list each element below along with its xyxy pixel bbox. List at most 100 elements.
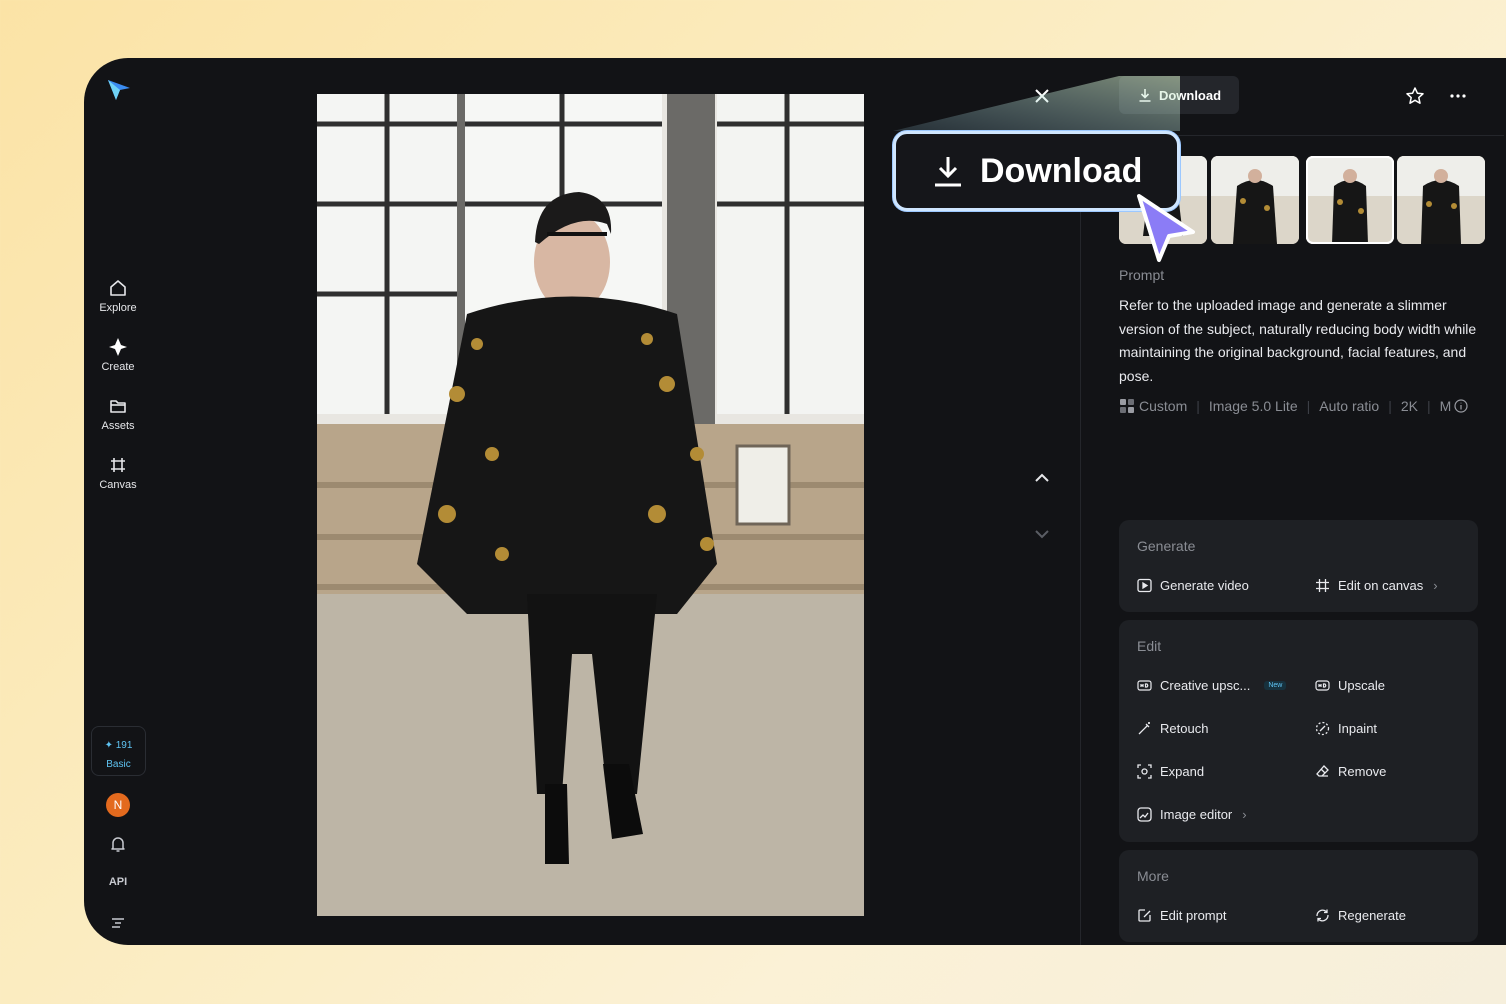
main-image-illustration xyxy=(317,94,864,916)
folder-icon xyxy=(110,400,126,413)
close-icon[interactable] xyxy=(1032,86,1052,106)
edit-on-canvas-button[interactable]: Edit on canvas › xyxy=(1315,578,1438,593)
credits-badge[interactable]: ✦ 191 Basic xyxy=(91,726,146,776)
nav-explore-label: Explore xyxy=(99,302,137,314)
thumbnail[interactable] xyxy=(1211,156,1299,244)
chevron-right-icon: › xyxy=(1242,807,1247,822)
inpaint-icon xyxy=(1315,721,1330,736)
nav-assets-label: Assets xyxy=(101,420,135,432)
retouch-label: Retouch xyxy=(1160,721,1209,736)
star-icon[interactable] xyxy=(1405,86,1425,106)
cursor-pointer-icon xyxy=(1137,194,1195,262)
upscale-label: Upscale xyxy=(1338,678,1385,693)
info-icon[interactable] xyxy=(1454,399,1468,413)
regenerate-button[interactable]: Regenerate xyxy=(1315,908,1406,923)
download-callout-label: Download xyxy=(980,151,1143,190)
app-logo[interactable] xyxy=(106,76,132,102)
nav-canvas[interactable]: Canvas xyxy=(84,455,152,491)
meta-resolution: 2K xyxy=(1400,398,1418,414)
menu-icon[interactable] xyxy=(108,913,128,933)
creative-upscale-icon xyxy=(1137,680,1152,691)
download-button[interactable]: Download xyxy=(1119,76,1239,114)
app-window: Explore Create Assets Canvas ✦ 191 Basic… xyxy=(84,58,1506,945)
meta-separator: | xyxy=(1426,398,1431,414)
credits-sparkle-icon: ✦ xyxy=(104,740,113,751)
prompt-label: Prompt xyxy=(1119,267,1165,283)
bell-icon[interactable] xyxy=(108,834,128,854)
thumbnail[interactable] xyxy=(1397,156,1485,244)
chevron-up-icon[interactable] xyxy=(1032,468,1052,488)
video-icon xyxy=(1137,578,1152,593)
meta-more: M xyxy=(1439,398,1452,414)
generation-meta: Custom | Image 5.0 Lite | Auto ratio | 2… xyxy=(1119,398,1468,414)
retouch-button[interactable]: Retouch xyxy=(1137,721,1208,736)
custom-style-icon xyxy=(1120,399,1134,413)
creative-upscale-label: Creative upsc... xyxy=(1160,678,1251,693)
chevron-right-icon: › xyxy=(1433,578,1438,593)
expand-button[interactable]: Expand xyxy=(1137,764,1204,779)
nav-create-label: Create xyxy=(101,361,135,373)
upscale-button[interactable]: Upscale xyxy=(1315,678,1385,693)
meta-style: Custom xyxy=(1139,398,1188,414)
api-link[interactable]: API xyxy=(84,876,152,888)
more-title: More xyxy=(1137,868,1169,884)
credits-value: 191 xyxy=(115,740,133,751)
main-image xyxy=(317,94,864,916)
image-editor-button[interactable]: Image editor › xyxy=(1137,807,1247,822)
download-label: Download xyxy=(1158,87,1222,103)
download-icon xyxy=(935,157,961,187)
expand-label: Expand xyxy=(1160,764,1205,779)
eraser-icon xyxy=(1316,765,1329,777)
retouch-icon xyxy=(1138,722,1150,735)
prompt-text: Refer to the uploaded image and generate… xyxy=(1119,297,1477,384)
image-editor-icon xyxy=(1137,807,1152,822)
edit-on-canvas-label: Edit on canvas xyxy=(1338,578,1424,593)
generate-title: Generate xyxy=(1137,538,1196,554)
left-rail: Explore Create Assets Canvas ✦ 191 Basic… xyxy=(84,58,152,945)
meta-separator: | xyxy=(1306,398,1311,414)
regenerate-icon xyxy=(1316,909,1329,922)
regenerate-label: Regenerate xyxy=(1338,908,1406,923)
expand-icon xyxy=(1137,764,1152,779)
download-icon xyxy=(1139,89,1151,102)
credits-value-row: ✦ 191 xyxy=(92,736,145,755)
generate-video-label: Generate video xyxy=(1160,578,1249,593)
avatar[interactable]: N xyxy=(106,793,130,817)
edit-prompt-icon xyxy=(1138,909,1151,922)
panel-divider xyxy=(1080,136,1081,945)
creative-upscale-button[interactable]: Creative upsc... New xyxy=(1137,678,1287,693)
edit-title: Edit xyxy=(1137,638,1162,654)
nav-canvas-label: Canvas xyxy=(99,479,137,491)
header-divider xyxy=(1120,135,1504,136)
home-icon xyxy=(110,280,126,296)
canvas-icon xyxy=(1316,579,1329,592)
edit-prompt-label: Edit prompt xyxy=(1160,908,1227,923)
edit-prompt-button[interactable]: Edit prompt xyxy=(1137,908,1226,923)
nav-explore[interactable]: Explore xyxy=(84,278,152,314)
edit-section: Edit Creative upsc... New Upscale Retouc… xyxy=(1119,620,1478,842)
new-badge: New xyxy=(1264,681,1287,690)
image-editor-label: Image editor xyxy=(1160,807,1233,822)
thumbnail-image xyxy=(1397,156,1485,244)
chevron-down-icon[interactable] xyxy=(1032,524,1052,544)
meta-ratio: Auto ratio xyxy=(1319,398,1380,414)
remove-button[interactable]: Remove xyxy=(1315,764,1386,779)
thumbnail-image xyxy=(1306,156,1394,244)
meta-separator: | xyxy=(1196,398,1200,414)
more-section: More Edit prompt Regenerate xyxy=(1119,850,1478,942)
generate-section: Generate Generate video Edit on canvas › xyxy=(1119,520,1478,612)
hd-icon xyxy=(1315,680,1330,691)
meta-separator: | xyxy=(1388,398,1392,414)
meta-model: Image 5.0 Lite xyxy=(1208,398,1298,414)
sparkle-icon xyxy=(109,338,127,356)
inpaint-button[interactable]: Inpaint xyxy=(1315,721,1377,736)
nav-create[interactable]: Create xyxy=(84,337,152,373)
remove-label: Remove xyxy=(1338,764,1387,779)
canvas-icon xyxy=(111,458,125,472)
thumbnail-selected[interactable] xyxy=(1306,156,1394,244)
more-options-icon[interactable] xyxy=(1448,86,1468,106)
inpaint-label: Inpaint xyxy=(1338,721,1378,736)
nav-assets[interactable]: Assets xyxy=(84,396,152,432)
generate-video-button[interactable]: Generate video xyxy=(1137,578,1249,593)
credits-plan: Basic xyxy=(106,759,131,770)
